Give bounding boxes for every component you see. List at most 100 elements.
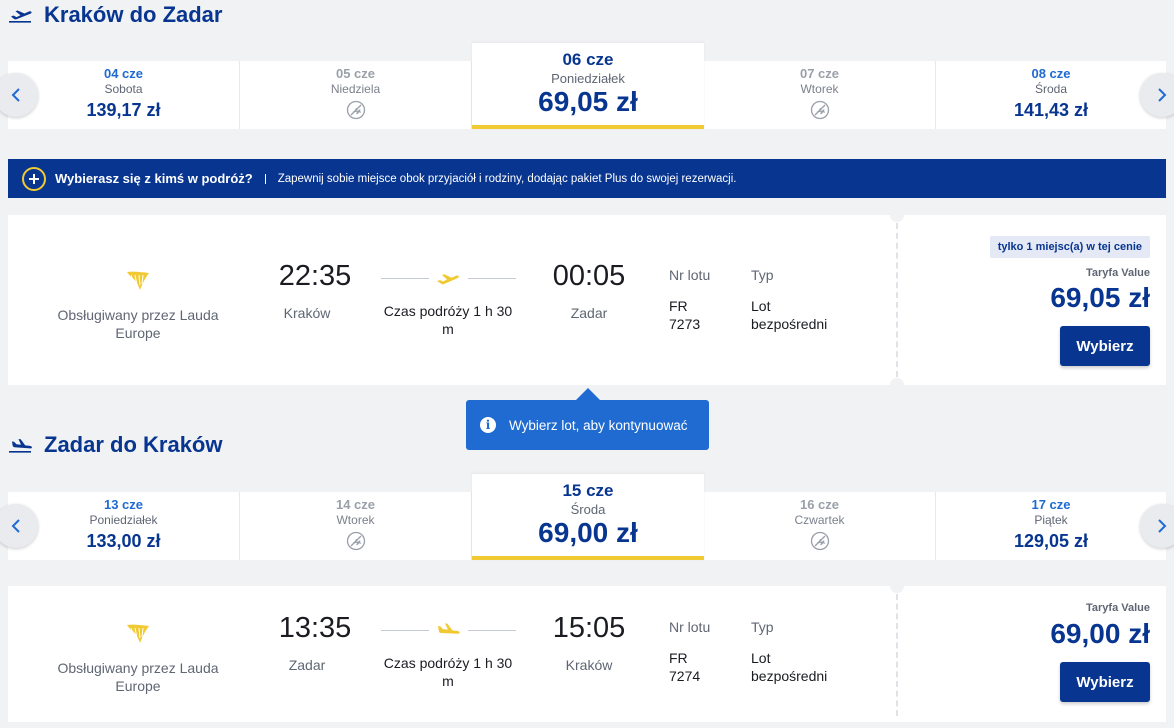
no-flight-icon — [346, 100, 365, 120]
weekday-label: Wtorek — [800, 82, 839, 96]
date-option-selected[interactable]: 06 cze Poniedziałek 69,05 zł — [472, 43, 704, 129]
card-divider — [896, 223, 898, 377]
weekday-label: Sobota — [104, 82, 143, 96]
date-label: 13 cze — [103, 497, 144, 512]
flight-type-label: Typ — [751, 619, 774, 635]
operator-block: Obsługiwany przez Lauda Europe — [48, 267, 228, 342]
outbound-date-strip: 04 cze Sobota 139,17 zł 05 cze Niedziela… — [0, 43, 1174, 129]
date-label: 16 cze — [799, 497, 840, 512]
weekday-label: Czwartek — [794, 513, 845, 527]
flight-price: 69,00 zł — [1050, 618, 1150, 649]
weekday-label: Poniedziałek — [551, 71, 625, 86]
date-price: 129,05 zł — [1013, 531, 1089, 551]
info-icon: i — [480, 417, 496, 433]
date-label: 07 cze — [799, 66, 840, 81]
tooltip-arrow — [576, 388, 600, 400]
card-divider — [896, 594, 898, 716]
date-label: 14 cze — [335, 497, 376, 512]
route-line — [381, 630, 429, 631]
weekday-label: Piątek — [1034, 513, 1068, 527]
continue-tooltip: i Wybierz lot, aby kontynuować — [466, 400, 709, 450]
no-flight-icon — [810, 531, 829, 551]
date-label: 05 cze — [335, 66, 376, 81]
inbound-header: Zadar do Kraków — [8, 432, 222, 458]
date-price: 133,00 zł — [86, 531, 161, 551]
card-notch — [890, 215, 904, 222]
card-notch — [890, 378, 904, 385]
promo-message: Zapewnij sobie miejsce obok przyjaciół i… — [277, 172, 737, 185]
flight-duration: Czas podróży 1 h 30 m — [383, 655, 513, 689]
outbound-header: Kraków do Zadar — [8, 2, 222, 28]
date-option-unavailable: 05 cze Niedziela — [240, 61, 472, 129]
date-option[interactable]: 13 cze Poniedziałek 133,00 zł — [8, 492, 240, 560]
operator-text: Obsługiwany przez Lauda Europe — [57, 660, 219, 694]
flight-price: 69,05 zł — [1050, 282, 1150, 313]
tariff-label: Taryfa Value — [1086, 602, 1150, 614]
card-notch — [890, 586, 904, 593]
flight-number-label: Nr lotu — [669, 619, 711, 635]
departure-city: Kraków — [283, 305, 331, 321]
landing-plane-icon — [9, 439, 32, 453]
flight-number: FR 7274 — [669, 650, 701, 684]
inbound-date-strip: 13 cze Poniedziałek 133,00 zł 14 cze Wto… — [0, 474, 1174, 560]
route-line — [468, 278, 516, 279]
tariff-label: Taryfa Value — [1086, 267, 1150, 279]
date-label: 17 cze — [1031, 497, 1071, 512]
weekday-label: Środa — [570, 502, 606, 517]
route-line — [468, 630, 516, 631]
departure-time: 22:35 — [278, 260, 352, 292]
promo-title: Wybierasz się z kimś w podróż? — [55, 171, 253, 186]
date-option[interactable]: 08 cze Środa 141,43 zł — [936, 61, 1166, 129]
ryanair-harp-icon — [127, 271, 149, 290]
flight-type-label: Typ — [751, 267, 774, 283]
flight-number-label: Nr lotu — [669, 267, 711, 283]
no-flight-icon — [346, 531, 365, 551]
inbound-flight-card[interactable]: Obsługiwany przez Lauda Europe 13:35 Zad… — [8, 586, 1166, 722]
landing-plane-icon — [438, 623, 460, 634]
chevron-left-icon — [11, 519, 20, 533]
date-price: 69,05 zł — [538, 86, 638, 117]
flight-number: FR 7273 — [669, 298, 701, 332]
flight-type: Lot bezpośredni — [751, 650, 828, 684]
operator-block: Obsługiwany przez Lauda Europe — [48, 620, 228, 695]
date-price: 139,17 zł — [86, 100, 161, 120]
chevron-right-icon — [1158, 88, 1167, 102]
flight-type: Lot bezpośredni — [751, 298, 828, 332]
date-option[interactable]: 17 cze Piątek 129,05 zł — [936, 492, 1166, 560]
plus-promo-banner[interactable]: Wybierasz się z kimś w podróż? Zapewnij … — [8, 159, 1166, 198]
arrival-city: Zadar — [570, 305, 608, 321]
date-option-selected[interactable]: 15 cze Środa 69,00 zł — [472, 474, 704, 560]
date-option-unavailable: 16 cze Czwartek — [704, 492, 936, 560]
plus-circle-icon — [22, 166, 46, 191]
arrival-city: Kraków — [565, 657, 613, 673]
chevron-left-icon — [11, 88, 20, 102]
date-label: 15 cze — [562, 481, 614, 500]
departure-city: Zadar — [288, 657, 326, 673]
date-label: 08 cze — [1031, 66, 1071, 81]
operator-text: Obsługiwany przez Lauda Europe — [57, 307, 219, 341]
arrival-time: 15:05 — [552, 612, 626, 644]
date-price: 141,43 zł — [1013, 100, 1089, 120]
select-flight-button[interactable]: Wybierz — [1060, 326, 1150, 366]
date-option-unavailable: 07 cze Wtorek — [704, 61, 936, 129]
outbound-flight-card[interactable]: Obsługiwany przez Lauda Europe 22:35 Kra… — [8, 215, 1166, 385]
route-line — [381, 278, 429, 279]
takeoff-plane-icon — [437, 274, 459, 285]
date-option-unavailable: 14 cze Wtorek — [240, 492, 472, 560]
inbound-title: Zadar do Kraków — [44, 432, 223, 457]
seats-left-badge: tylko 1 miejsc(a) w tej cenie — [989, 236, 1150, 258]
date-label: 04 cze — [103, 66, 144, 81]
arrival-time: 00:05 — [552, 260, 626, 292]
weekday-label: Niedziela — [330, 82, 381, 96]
date-label: 06 cze — [562, 50, 614, 69]
outbound-title: Kraków do Zadar — [44, 2, 223, 27]
promo-separator — [264, 173, 266, 184]
flight-duration: Czas podróży 1 h 30 m — [383, 303, 513, 337]
weekday-label: Poniedziałek — [89, 513, 158, 527]
select-flight-button[interactable]: Wybierz — [1060, 662, 1150, 702]
weekday-label: Wtorek — [336, 513, 375, 527]
ryanair-harp-icon — [127, 624, 149, 643]
date-option[interactable]: 04 cze Sobota 139,17 zł — [8, 61, 240, 129]
weekday-label: Środa — [1034, 82, 1068, 96]
date-price: 69,00 zł — [538, 517, 638, 548]
